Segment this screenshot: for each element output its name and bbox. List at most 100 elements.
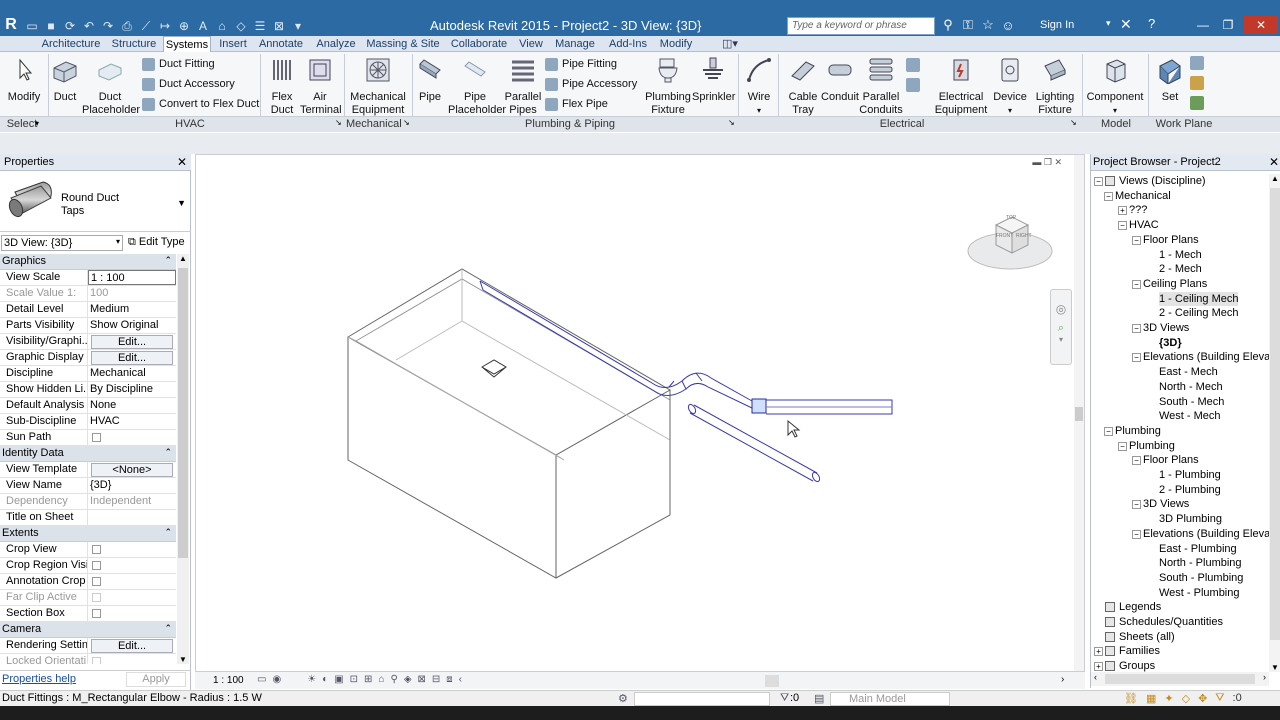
- flex-pipe-button[interactable]: Flex Pipe: [545, 95, 608, 113]
- ribbon-minimize-icon[interactable]: ◫▾: [718, 36, 742, 52]
- browser-item[interactable]: Mechanical: [1115, 189, 1171, 203]
- property-value[interactable]: By Discipline: [88, 382, 176, 397]
- shadows-icon[interactable]: ◐: [322, 674, 328, 685]
- property-checkbox[interactable]: [92, 433, 101, 442]
- viewer-icon[interactable]: [1190, 96, 1204, 110]
- sun-path-icon[interactable]: ☀: [307, 674, 316, 685]
- section-icon[interactable]: ◇: [233, 18, 249, 34]
- component-button[interactable]: Component ▾: [1086, 56, 1144, 117]
- detail-level-icon[interactable]: ▭: [257, 674, 266, 685]
- property-group-header[interactable]: Identity Data ⌃: [0, 446, 176, 462]
- browser-scrollbar[interactable]: ▲ ▼: [1269, 174, 1280, 672]
- browser-item[interactable]: Floor Plans: [1143, 453, 1199, 467]
- wire-button[interactable]: Wire ▾: [742, 56, 776, 117]
- duct-fitting-button[interactable]: Duct Fitting: [142, 55, 215, 73]
- browser-item[interactable]: Plumbing: [1129, 439, 1175, 453]
- browser-item[interactable]: South - Mech: [1159, 395, 1224, 409]
- viewcube[interactable]: TOP FRONT RIGHT: [966, 207, 1056, 277]
- render-icon[interactable]: ▣: [334, 674, 343, 685]
- property-checkbox[interactable]: [92, 609, 101, 618]
- air-terminal-button[interactable]: Air Terminal: [300, 56, 342, 117]
- browser-item[interactable]: East - Mech: [1159, 365, 1218, 379]
- browser-item[interactable]: ???: [1129, 203, 1147, 217]
- browser-item[interactable]: Views (Discipline): [1119, 174, 1206, 188]
- sync-icon[interactable]: ⟳: [62, 18, 78, 34]
- tab-modify[interactable]: Modify: [656, 36, 696, 52]
- canvas-scroll-right-icon[interactable]: ›: [1061, 674, 1064, 685]
- browser-item[interactable]: 1 - Mech: [1159, 248, 1202, 262]
- browser-item[interactable]: 3D Views: [1143, 497, 1189, 511]
- pipe-button[interactable]: Pipe: [414, 56, 446, 104]
- tab-structure[interactable]: Structure: [109, 36, 159, 52]
- dimension-icon[interactable]: ↦: [157, 18, 173, 34]
- property-group-header[interactable]: Graphics ⌃: [0, 254, 176, 270]
- conduit-fitting-icon[interactable]: [906, 78, 920, 92]
- browser-item[interactable]: Groups: [1119, 659, 1155, 673]
- sign-in-dropdown-icon[interactable]: ▾: [1106, 18, 1111, 29]
- browser-item[interactable]: Elevations (Building Elevat: [1143, 527, 1273, 541]
- browser-item[interactable]: 3D Plumbing: [1159, 512, 1222, 526]
- nav-dropdown-icon[interactable]: ▾: [1051, 335, 1071, 344]
- sign-in-button[interactable]: Sign In: [1040, 19, 1074, 31]
- tab-annotate[interactable]: Annotate: [256, 36, 306, 52]
- browser-item[interactable]: Sheets (all): [1119, 630, 1175, 644]
- electrical-equipment-button[interactable]: Electrical Equipment: [932, 56, 990, 117]
- duct-button[interactable]: Duct: [50, 56, 80, 104]
- browser-scroll-right-icon[interactable]: ›: [1263, 672, 1266, 682]
- browser-item[interactable]: 2 - Ceiling Mech: [1159, 306, 1238, 320]
- browser-item[interactable]: West - Mech: [1159, 409, 1221, 423]
- select-dropdown-icon[interactable]: ▾: [35, 119, 39, 128]
- browser-hscroll-thumb[interactable]: [1105, 674, 1255, 684]
- scroll-up-icon[interactable]: ▲: [179, 254, 187, 263]
- expand-toggle-icon[interactable]: +: [1118, 206, 1127, 216]
- user-icon[interactable]: ☺: [1000, 18, 1016, 33]
- device-button[interactable]: Device ▾: [992, 56, 1028, 117]
- plumbing-fixture-button[interactable]: Plumbing Fixture: [644, 56, 692, 117]
- electrical-settings-icon[interactable]: ↘: [1070, 118, 1077, 127]
- browser-item[interactable]: 1 - Plumbing: [1159, 468, 1221, 482]
- browser-item[interactable]: South - Plumbing: [1159, 571, 1243, 585]
- canvas-hscroll-thumb[interactable]: [765, 675, 779, 687]
- browser-item[interactable]: 2 - Mech: [1159, 262, 1202, 276]
- set-work-plane-button[interactable]: Set: [1152, 56, 1188, 104]
- type-dropdown-icon[interactable]: ▼: [177, 198, 186, 208]
- collapse-toggle-icon[interactable]: −: [1118, 221, 1127, 231]
- browser-item[interactable]: East - Plumbing: [1159, 542, 1237, 556]
- subscription-icon[interactable]: ⚿: [960, 17, 976, 33]
- tab-systems[interactable]: Systems: [163, 36, 211, 52]
- edit-type-button[interactable]: ⧉ Edit Type: [128, 236, 185, 249]
- highlight-displacement-icon[interactable]: ⧈: [446, 674, 452, 685]
- canvas-vertical-scrollbar[interactable]: [1074, 155, 1084, 671]
- collapse-toggle-icon[interactable]: −: [1132, 353, 1141, 363]
- collapse-toggle-icon[interactable]: −: [1104, 191, 1113, 201]
- analytical-model-icon[interactable]: ⊟: [432, 674, 440, 685]
- property-value[interactable]: Show Original: [88, 318, 176, 333]
- browser-item[interactable]: 2 - Plumbing: [1159, 483, 1221, 497]
- browser-item[interactable]: 3D Views: [1143, 321, 1189, 335]
- unlock-view-icon[interactable]: ⌂: [378, 674, 384, 685]
- text-icon[interactable]: A: [195, 18, 211, 34]
- property-checkbox[interactable]: [92, 577, 101, 586]
- browser-item[interactable]: Schedules/Quantities: [1119, 615, 1223, 629]
- group-collapse-icon[interactable]: ⌃: [164, 447, 172, 458]
- hvac-settings-icon[interactable]: ↘: [335, 118, 342, 127]
- mechanical-settings-icon[interactable]: ↘: [403, 118, 410, 127]
- property-value[interactable]: Medium: [88, 302, 176, 317]
- property-checkbox[interactable]: [92, 545, 101, 554]
- select-by-face-icon[interactable]: ◇: [1182, 692, 1190, 705]
- browser-scroll-down-icon[interactable]: ▼: [1269, 663, 1280, 672]
- cable-tray-fitting-icon[interactable]: [906, 58, 920, 72]
- collapse-toggle-icon[interactable]: −: [1104, 426, 1113, 436]
- properties-scrollbar[interactable]: ▲ ▼: [177, 254, 189, 664]
- binoculars-icon[interactable]: ⚲: [940, 17, 956, 33]
- pipe-accessory-button[interactable]: Pipe Accessory: [545, 75, 637, 93]
- filter-icon[interactable]: ⛛: [780, 692, 789, 705]
- properties-scroll-thumb[interactable]: [178, 268, 188, 558]
- view-scale[interactable]: 1 : 100: [213, 675, 244, 686]
- browser-item[interactable]: 1 - Ceiling Mech: [1159, 291, 1239, 306]
- collapse-toggle-icon[interactable]: −: [1132, 529, 1141, 539]
- minimize-icon[interactable]: —: [1192, 16, 1214, 34]
- parallel-pipes-button[interactable]: Parallel Pipes: [504, 56, 542, 117]
- collapse-toggle-icon[interactable]: −: [1132, 235, 1141, 245]
- expand-toggle-icon[interactable]: +: [1094, 647, 1103, 657]
